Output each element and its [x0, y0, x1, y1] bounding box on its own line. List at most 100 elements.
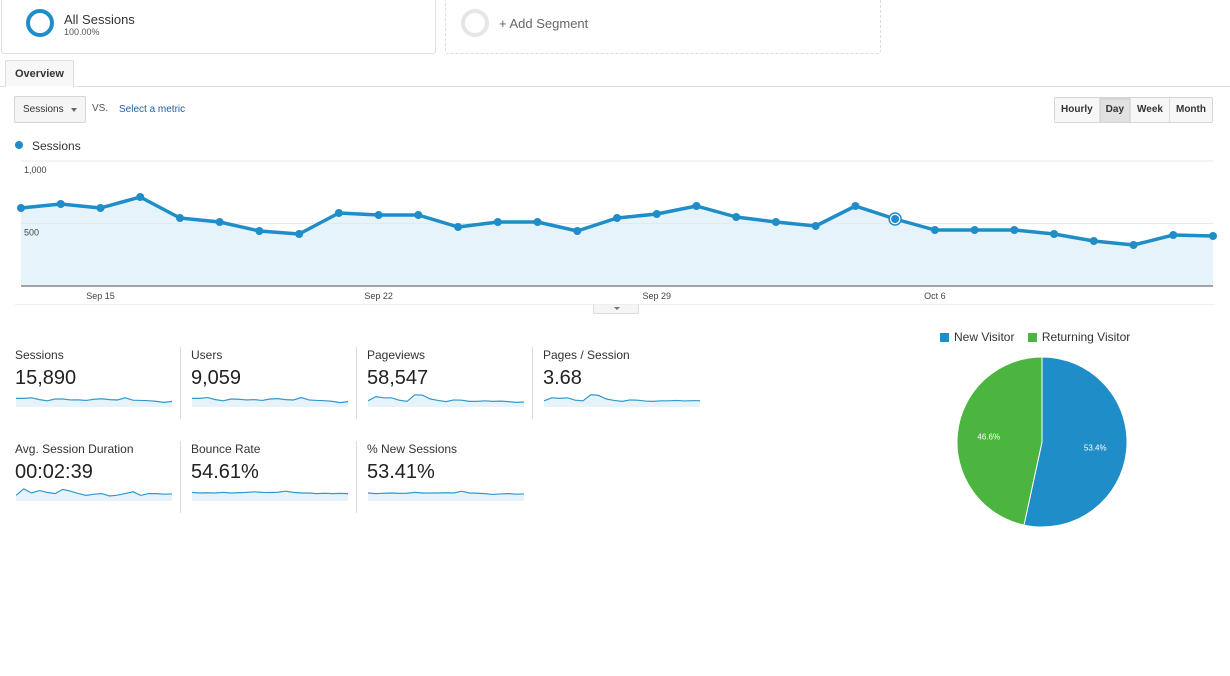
- vs-label: VS.: [92, 103, 109, 114]
- collapse-chart-toggle[interactable]: [593, 305, 639, 314]
- granularity-toggle: Hourly Day Week Month: [1054, 97, 1213, 123]
- caret-down-icon: [614, 307, 620, 310]
- divider: [356, 441, 357, 513]
- pie-data-label: 53.4%: [1084, 444, 1107, 453]
- chevron-down-icon: [71, 108, 77, 112]
- pie-legend: New Visitor Returning Visitor: [940, 330, 1140, 344]
- data-point: [334, 209, 343, 217]
- scorecard-value: 00:02:39: [15, 461, 93, 483]
- data-point: [1050, 230, 1059, 238]
- data-point: [454, 223, 463, 231]
- visitor-type-pie-chart[interactable]: 53.4% 46.6%: [950, 355, 1135, 535]
- legend-label: Returning Visitor: [1041, 330, 1131, 344]
- x-tick-label: Sep 22: [364, 291, 393, 301]
- segment-all-sessions[interactable]: All Sessions 100.00%: [1, 0, 436, 54]
- segment-percent: 100.00%: [64, 27, 100, 37]
- empty-segment-ring-icon: [461, 9, 489, 37]
- scorecard-value: 58,547: [367, 367, 429, 389]
- scorecard-bounce-rate[interactable]: Bounce Rate 54.61%: [180, 441, 366, 513]
- data-point: [1209, 232, 1217, 240]
- segment-ring-icon: [26, 9, 54, 37]
- legend-label: New Visitor: [954, 330, 1015, 344]
- y-tick-label: 1,000: [24, 165, 47, 175]
- scorecard-value: 9,059: [191, 367, 242, 389]
- data-point: [374, 211, 383, 219]
- data-point: [175, 214, 184, 222]
- scorecard-label: Sessions: [15, 348, 64, 362]
- chart-legend: Sessions: [15, 139, 81, 153]
- data-point: [17, 204, 25, 212]
- scorecard-label: Users: [191, 348, 223, 362]
- divider: [180, 441, 181, 513]
- data-point: [493, 218, 502, 226]
- sparkline: [192, 490, 349, 501]
- data-point: [136, 193, 145, 201]
- scorecard-label: Bounce Rate: [191, 442, 261, 456]
- data-point: [771, 218, 780, 226]
- legend-swatch-icon: [1027, 333, 1037, 342]
- divider: [180, 347, 181, 419]
- tab-bar: Overview: [0, 60, 1230, 87]
- data-point: [891, 215, 900, 223]
- data-point: [851, 202, 860, 210]
- granularity-week-button[interactable]: Week: [1131, 98, 1170, 122]
- segment-name: All Sessions: [64, 12, 135, 27]
- sparkline: [544, 394, 700, 407]
- scorecard-label: Avg. Session Duration: [15, 442, 134, 456]
- scorecard-pageviews[interactable]: Pageviews 58,547: [356, 347, 542, 419]
- data-point: [732, 213, 741, 221]
- area-fill: [21, 197, 1213, 286]
- scorecard-label: Pages / Session: [543, 348, 630, 362]
- data-point: [613, 214, 621, 222]
- sparkline: [192, 396, 349, 407]
- x-tick-label: Sep 29: [642, 291, 671, 301]
- data-point: [1089, 237, 1098, 245]
- divider: [532, 347, 533, 419]
- data-point: [1129, 241, 1138, 249]
- metric-select-value: Sessions: [23, 104, 64, 115]
- data-point: [215, 218, 224, 226]
- scorecard-value: 15,890: [15, 367, 77, 389]
- scorecard-label: Pageviews: [367, 348, 426, 362]
- legend-dot-icon: [15, 141, 23, 149]
- scorecard-pages-session[interactable]: Pages / Session 3.68: [532, 347, 718, 419]
- legend-item-new-visitor[interactable]: New Visitor: [940, 330, 1014, 344]
- scorecard-users[interactable]: Users 9,059: [180, 347, 366, 419]
- data-point: [573, 227, 582, 235]
- data-point: [652, 210, 661, 218]
- granularity-month-button[interactable]: Month: [1169, 98, 1212, 122]
- legend-label-sessions: Sessions: [32, 139, 81, 153]
- scorecard--new-sessions[interactable]: % New Sessions 53.41%: [356, 441, 542, 513]
- y-tick-label: 500: [24, 228, 39, 238]
- scorecard-value: 54.61%: [191, 461, 259, 483]
- data-point: [295, 230, 304, 238]
- sparkline: [16, 488, 173, 501]
- data-point: [255, 227, 264, 235]
- sparkline: [16, 397, 173, 407]
- sessions-line-chart[interactable]: 1,000 500 Sep 15 Sep 22 Sep 29 Oct 6: [0, 155, 1230, 305]
- data-point: [811, 222, 820, 230]
- tab-overview[interactable]: Overview: [5, 60, 74, 87]
- data-point: [533, 218, 542, 226]
- scorecard-value: 53.41%: [367, 461, 435, 483]
- granularity-hourly-button[interactable]: Hourly: [1055, 98, 1100, 122]
- legend-item-returning-visitor[interactable]: Returning Visitor: [1027, 330, 1131, 344]
- sparkline: [368, 490, 525, 501]
- granularity-day-button[interactable]: Day: [1099, 98, 1132, 122]
- select-metric-link[interactable]: Select a metric: [119, 104, 185, 115]
- metric-select[interactable]: Sessions: [14, 96, 86, 123]
- data-point: [56, 200, 65, 208]
- add-segment-button[interactable]: + Add Segment: [445, 0, 881, 54]
- segment-bar: All Sessions 100.00% + Add Segment: [0, 0, 1230, 56]
- data-point: [414, 211, 423, 219]
- data-point: [692, 202, 701, 210]
- scorecard-avg-session-duration[interactable]: Avg. Session Duration 00:02:39: [15, 441, 190, 513]
- data-point: [1010, 226, 1019, 234]
- data-point: [970, 226, 979, 234]
- scorecard-sessions[interactable]: Sessions 15,890: [15, 347, 190, 419]
- add-segment-label: + Add Segment: [499, 16, 589, 31]
- pie-data-label: 46.6%: [977, 432, 1000, 441]
- data-point: [930, 226, 939, 234]
- sparkline: [368, 394, 525, 407]
- divider: [356, 347, 357, 419]
